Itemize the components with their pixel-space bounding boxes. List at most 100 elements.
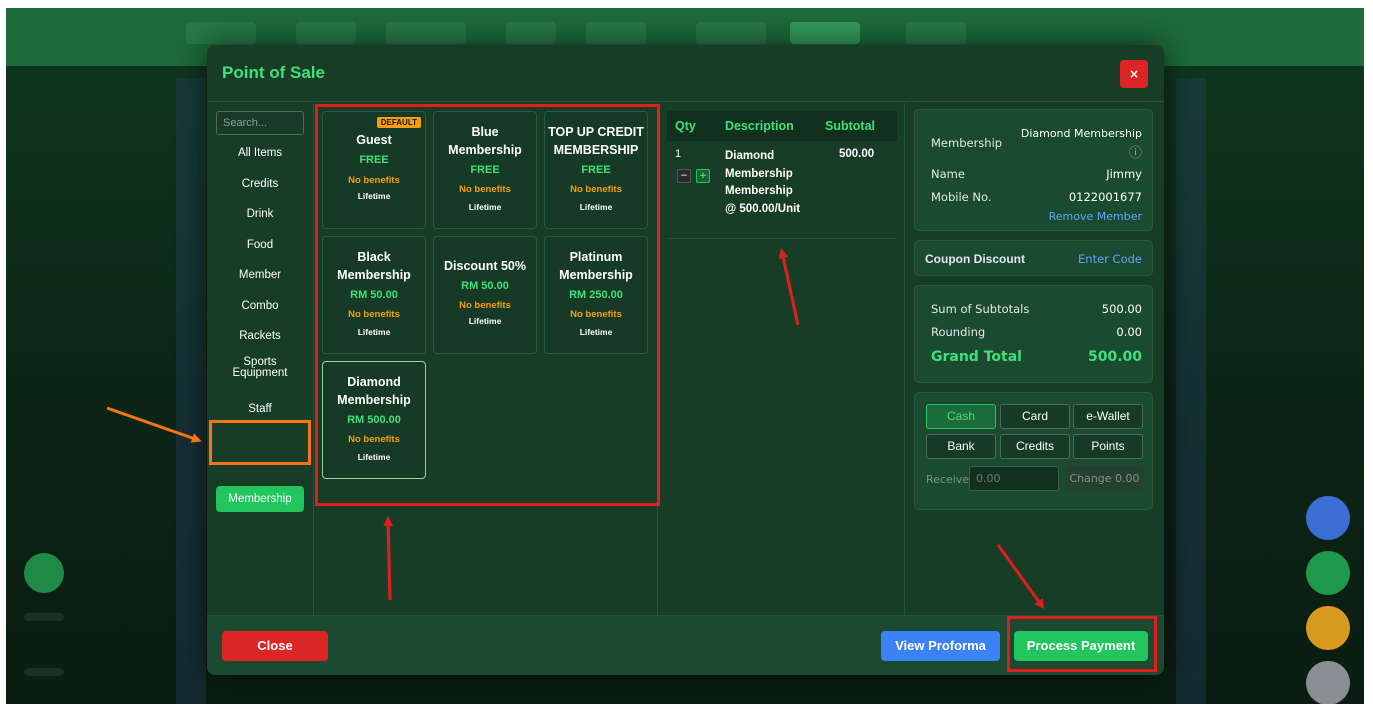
background-tab — [790, 22, 860, 44]
mobile-value: 0122001677 — [1068, 190, 1142, 204]
search-input[interactable] — [216, 111, 304, 135]
product-benefits: No benefits — [570, 309, 622, 320]
background-bar — [24, 613, 64, 621]
product-duration: Lifetime — [357, 452, 391, 462]
product-benefits: No benefits — [459, 300, 511, 311]
product-card-guest[interactable]: DEFAULT Guest FREE No benefits Lifetime — [322, 111, 426, 229]
process-payment-button[interactable]: Process Payment — [1014, 631, 1148, 661]
cart-header: Qty Description Subtotal — [667, 111, 897, 141]
product-name: Blue Membership — [448, 125, 522, 157]
product-duration: Lifetime — [357, 327, 391, 337]
receive-input[interactable] — [969, 466, 1059, 491]
background-tab — [906, 22, 966, 44]
membership-label: Membership — [931, 136, 1003, 150]
category-drink[interactable]: Drink — [216, 208, 304, 220]
background-fab — [1306, 661, 1350, 704]
close-button[interactable]: Close — [222, 631, 328, 661]
product-price: RM 50.00 — [461, 280, 509, 292]
pay-method-ewallet[interactable]: e-Wallet — [1073, 404, 1143, 429]
product-name: TOP UP CREDIT MEMBERSHIP — [548, 125, 644, 157]
category-membership[interactable]: Membership — [216, 486, 304, 512]
cart-description: Diamond Membership Membership @ 500.00/U… — [725, 150, 801, 215]
category-member[interactable]: Member — [216, 269, 304, 281]
coupon-label: Coupon Discount — [925, 252, 1025, 266]
category-sports-equipment[interactable]: Sports Equipment — [216, 356, 304, 379]
product-price: RM 50.00 — [350, 289, 398, 301]
category-credits[interactable]: Credits — [216, 178, 304, 190]
background-fab — [1306, 551, 1350, 595]
category-sidebar: All Items Credits Drink Food Member Comb… — [207, 103, 314, 615]
pos-modal: Point of Sale × All Items Credits Drink … — [207, 45, 1164, 675]
cart-header-subtotal: Subtotal — [825, 119, 875, 133]
view-proforma-button[interactable]: View Proforma — [881, 631, 1000, 661]
modal-footer: Close View Proforma Process Payment — [207, 615, 1164, 675]
product-name: Diamond Membership — [337, 375, 411, 407]
cart-qty: 1 — [675, 148, 682, 160]
coupon-panel: Coupon Discount Enter Code — [914, 240, 1153, 276]
change-display: Change 0.00 — [1066, 466, 1143, 491]
mobile-label: Mobile No. — [931, 190, 992, 204]
pay-method-bank[interactable]: Bank — [926, 434, 996, 459]
product-card-blue-membership[interactable]: Blue Membership FREE No benefits Lifetim… — [433, 111, 537, 229]
remove-member-link[interactable]: Remove Member — [1049, 210, 1142, 223]
product-price: RM 500.00 — [347, 414, 401, 426]
background-tab — [506, 22, 556, 44]
product-card-black-membership[interactable]: Black Membership RM 50.00 No benefits Li… — [322, 236, 426, 354]
background-bar — [24, 668, 64, 676]
background-tab — [386, 22, 466, 44]
category-staff[interactable]: Staff — [216, 403, 304, 415]
rounding-value: 0.00 — [1116, 325, 1142, 339]
product-duration: Lifetime — [579, 327, 613, 337]
product-name: Discount 50% — [444, 259, 526, 273]
default-badge: DEFAULT — [376, 117, 421, 128]
category-all-items[interactable]: All Items — [216, 147, 304, 159]
pay-method-cash[interactable]: Cash — [926, 404, 996, 429]
product-benefits: No benefits — [348, 434, 400, 445]
close-icon[interactable]: × — [1120, 60, 1148, 88]
summary-panel: Membership Diamond Membership ⓘ Name Jim… — [906, 103, 1164, 615]
receive-label: Receive — [926, 473, 970, 486]
increase-qty-button[interactable]: + — [696, 169, 710, 183]
category-rackets[interactable]: Rackets — [216, 330, 304, 342]
enter-code-link[interactable]: Enter Code — [1078, 252, 1142, 266]
member-panel: Membership Diamond Membership ⓘ Name Jim… — [914, 109, 1153, 231]
grand-total-value: 500.00 — [1087, 349, 1142, 365]
product-duration: Lifetime — [579, 202, 613, 212]
background-tab — [296, 22, 356, 44]
info-icon[interactable]: ⓘ — [1129, 142, 1142, 161]
product-benefits: No benefits — [459, 184, 511, 195]
background-fab — [1306, 606, 1350, 650]
product-card-platinum-membership[interactable]: Platinum Membership RM 250.00 No benefit… — [544, 236, 648, 354]
background-fab — [1306, 496, 1350, 540]
cart-header-qty: Qty — [675, 119, 696, 133]
product-price: FREE — [470, 164, 500, 176]
totals-panel: Sum of Subtotals 500.00 Rounding 0.00 Gr… — [914, 285, 1153, 383]
pay-method-card[interactable]: Card — [1000, 404, 1070, 429]
sum-value: 500.00 — [1101, 302, 1142, 316]
pay-method-credits[interactable]: Credits — [1000, 434, 1070, 459]
product-card-discount-50[interactable]: Discount 50% RM 50.00 No benefits Lifeti… — [433, 236, 537, 354]
product-duration: Lifetime — [357, 191, 391, 201]
product-name: Platinum Membership — [559, 250, 633, 282]
product-price: FREE — [581, 164, 611, 176]
product-name: Guest — [356, 133, 392, 147]
cart-row: 1 − + Diamond Membership Membership @ 50… — [667, 143, 897, 239]
background-column — [1176, 78, 1206, 704]
product-duration: Lifetime — [468, 202, 502, 212]
category-food[interactable]: Food — [216, 239, 304, 251]
cart-panel: Qty Description Subtotal 1 − + Diamond M… — [659, 103, 905, 615]
product-duration: Lifetime — [468, 316, 502, 326]
product-card-top-up-credit[interactable]: TOP UP CREDIT MEMBERSHIP FREE No benefit… — [544, 111, 648, 229]
product-benefits: No benefits — [570, 184, 622, 195]
category-combo[interactable]: Combo — [216, 300, 304, 312]
decrease-qty-button[interactable]: − — [677, 169, 691, 183]
payment-panel: Cash Card e-Wallet Bank Credits Points R… — [914, 392, 1153, 510]
pay-method-points[interactable]: Points — [1073, 434, 1143, 459]
modal-title: Point of Sale — [222, 63, 325, 82]
background-tab — [586, 22, 646, 44]
product-price: FREE — [359, 154, 389, 166]
product-card-diamond-membership[interactable]: Diamond Membership RM 500.00 No benefits… — [322, 361, 426, 479]
category-label: Sports Equipment — [232, 356, 288, 379]
background-tab — [186, 22, 256, 44]
cart-header-description: Description — [725, 119, 794, 133]
